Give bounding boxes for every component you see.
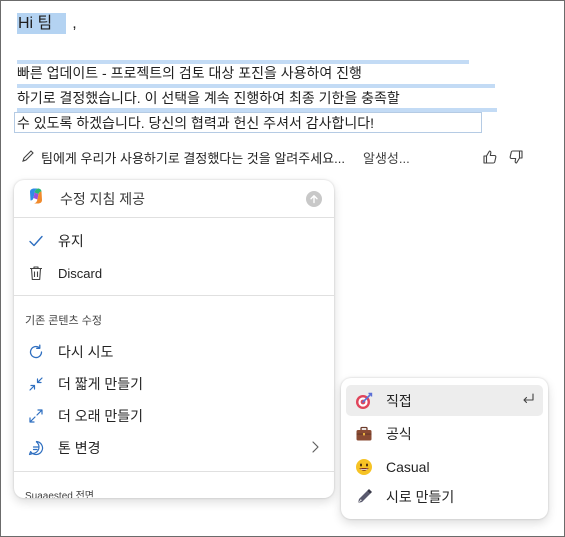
body-line-2[interactable]: 하기로 결정했습니다. 이 선택을 계속 진행하여 최종 기한을 충족할 xyxy=(17,89,400,107)
copilot-icon xyxy=(26,186,46,211)
greeting-line[interactable]: Hi 팀, xyxy=(17,13,80,34)
prompt-text: 팀에게 우리가 사용하기로 결정했다는 것을 알려주세요... xyxy=(41,150,345,166)
prompt-pill[interactable]: 팀에게 우리가 사용하기로 결정했다는 것을 알려주세요... xyxy=(15,145,351,169)
tone-formal-item[interactable]: 공식 xyxy=(346,418,543,449)
target-icon xyxy=(354,391,374,411)
tone-submenu: 직접 공식 Casual 시로 만들기 xyxy=(341,378,548,519)
discard-label: Discard xyxy=(58,265,103,281)
divider xyxy=(14,471,334,472)
shrink-icon xyxy=(27,375,45,393)
body-line-1-text: 빠른 업데이트 - 프로젝트의 검토 대상 포진을 사용하여 진행 xyxy=(17,65,362,81)
make-poem-label: 시로 만들기 xyxy=(386,488,455,505)
make-poem-item[interactable]: 시로 만들기 xyxy=(346,481,543,512)
trash-icon xyxy=(27,264,45,282)
tone-casual-item[interactable]: Casual xyxy=(346,451,543,482)
send-button[interactable] xyxy=(306,190,322,207)
expand-icon xyxy=(27,407,45,425)
suggested-label: Suaaested 전면 xyxy=(25,491,94,498)
discard-item[interactable]: Discard xyxy=(14,258,334,288)
change-tone-item[interactable]: 톤 변경 xyxy=(14,433,334,463)
checkmark-icon xyxy=(27,232,45,250)
body-line-1[interactable]: 빠른 업데이트 - 프로젝트의 검토 대상 포진을 사용하여 진행 xyxy=(17,64,362,82)
greeting-text: Hi 팀 xyxy=(17,13,67,34)
body-line-3[interactable]: 수 있도록 하겠습니다. 당신의 협력과 헌신 주셔서 감사합니다! xyxy=(17,114,374,132)
pencil-icon xyxy=(21,149,35,166)
chevron-right-icon xyxy=(310,440,320,457)
section-label: 기존 콘텐츠 수정 xyxy=(25,315,102,327)
tone-direct-item[interactable]: 직접 xyxy=(346,385,543,416)
selection-band xyxy=(17,84,495,88)
keep-item[interactable]: 유지 xyxy=(14,226,334,256)
enter-key-icon xyxy=(521,392,535,409)
tone-casual-label: Casual xyxy=(386,458,430,475)
chat-bubble-icon xyxy=(27,439,45,457)
body-line-2-text: 하기로 결정했습니다. 이 선택을 계속 진행하여 최종 기한을 충족할 xyxy=(17,90,400,106)
instruction-placeholder: 수정 지침 제공 xyxy=(60,190,146,207)
retry-item[interactable]: 다시 시도 xyxy=(14,337,334,367)
generating-status: 알생성... xyxy=(362,150,410,166)
prompt-row: 팀에게 우리가 사용하기로 결정했다는 것을 알려주세요... 알생성... xyxy=(15,145,410,169)
arrow-up-icon xyxy=(310,194,318,203)
instruction-input-row[interactable]: 수정 지침 제공 xyxy=(14,180,334,218)
divider xyxy=(14,295,334,296)
thumbs-up-icon[interactable] xyxy=(481,148,499,166)
body-line-3-text: 수 있도록 하겠습니다. 당신의 협력과 헌신 주셔서 감사합니다! xyxy=(17,115,375,131)
greeting-comma: , xyxy=(72,15,77,32)
change-tone-label: 톤 변경 xyxy=(58,440,101,456)
shorter-label: 더 짧게 만들기 xyxy=(58,376,144,392)
keep-label: 유지 xyxy=(58,233,84,249)
thumbs-down-icon[interactable] xyxy=(507,148,525,166)
longer-item[interactable]: 더 오래 만들기 xyxy=(14,401,334,431)
longer-label: 더 오래 만들기 xyxy=(58,408,144,424)
fountain-pen-icon xyxy=(354,487,374,507)
grinning-face-icon xyxy=(354,457,374,477)
copilot-menu: 수정 지침 제공 유지 Discard 기존 콘텐츠 수정 다시 시도 더 짧게… xyxy=(14,180,334,498)
briefcase-icon xyxy=(354,424,374,444)
retry-icon xyxy=(27,343,45,361)
tone-formal-label: 공식 xyxy=(386,425,412,442)
retry-label: 다시 시도 xyxy=(58,344,114,360)
tone-direct-label: 직접 xyxy=(386,392,412,409)
shorter-item[interactable]: 더 짧게 만들기 xyxy=(14,369,334,399)
